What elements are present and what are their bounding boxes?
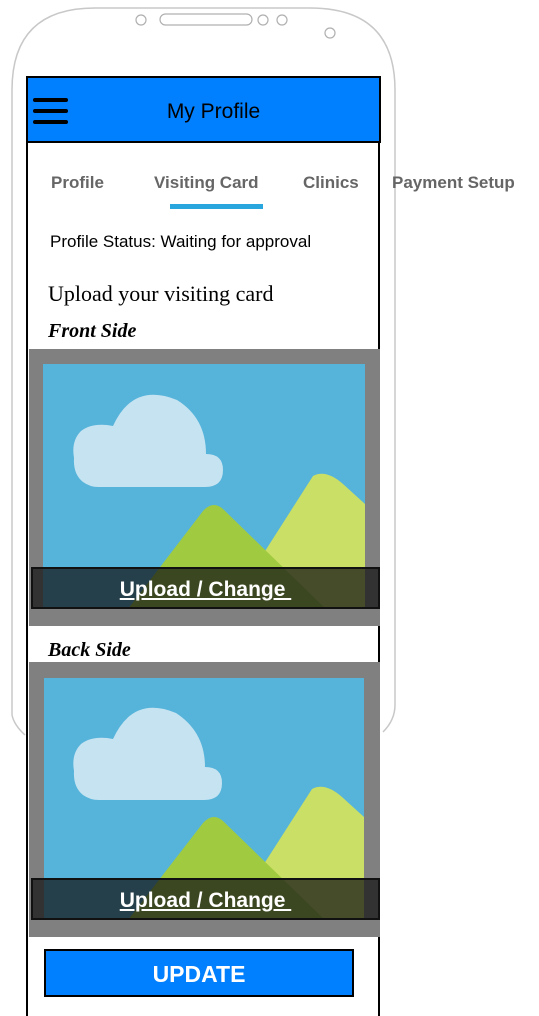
back-side-label: Back Side: [48, 639, 131, 661]
upload-heading: Upload your visiting card: [48, 281, 274, 306]
update-button[interactable]: UPDATE: [44, 949, 354, 997]
front-upload-change-label: Upload / Change: [119, 578, 292, 601]
back-upload-change-label: Upload / Change: [119, 889, 292, 912]
front-upload-change-button[interactable]: Upload / Change: [31, 567, 380, 609]
page-title: My Profile: [166, 100, 261, 123]
tab-clinics[interactable]: Clinics: [303, 173, 359, 193]
tab-profile[interactable]: Profile: [51, 173, 104, 193]
tab-visiting-card[interactable]: Visiting Card: [154, 173, 259, 193]
front-side-label: Front Side: [48, 320, 137, 342]
tab-payment-setup[interactable]: Payment Setup: [392, 173, 515, 193]
active-tab-indicator: [170, 204, 263, 209]
profile-status: Profile Status: Waiting for approval: [50, 232, 312, 251]
app-header: My Profile: [26, 76, 381, 143]
back-upload-change-button[interactable]: Upload / Change: [31, 878, 380, 920]
